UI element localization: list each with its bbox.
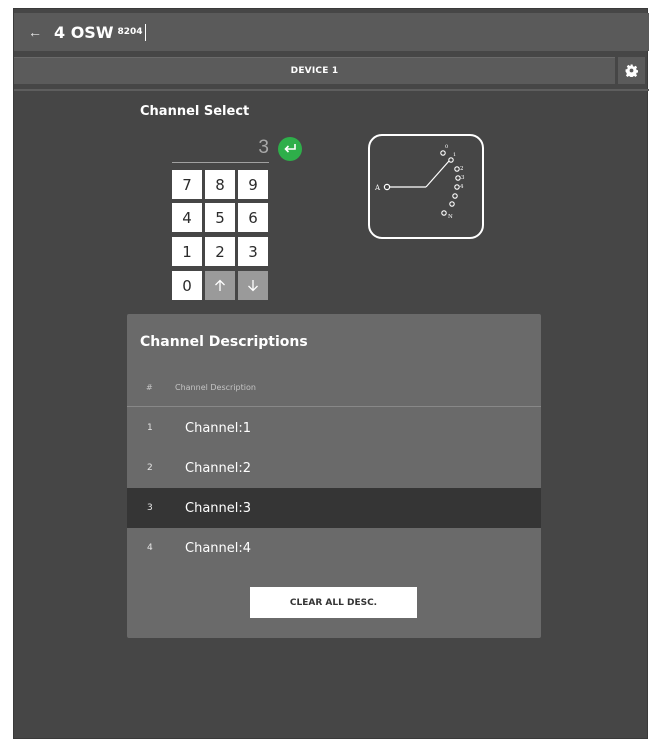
column-header-description: Channel Description [175, 383, 256, 392]
channel-descriptions-panel: Channel Descriptions # Channel Descripti… [127, 314, 541, 638]
column-header-number: # [146, 383, 153, 392]
header-divider [14, 89, 649, 91]
key-7[interactable]: 7 [172, 170, 202, 199]
app-window: ← 4 OSW 8204 DEVICE 1 Channel Select 3 7… [13, 8, 649, 739]
key-2[interactable]: 2 [205, 237, 235, 266]
table-row-selected[interactable]: 3 Channel:3 [127, 488, 541, 528]
switch-port-0-label: 0 [445, 144, 448, 150]
row-number: 4 [147, 543, 153, 553]
row-description[interactable]: Channel:2 [185, 461, 251, 476]
row-description[interactable]: Channel:3 [185, 501, 251, 516]
channel-select-title: Channel Select [140, 104, 250, 119]
gear-icon [625, 64, 638, 77]
up-arrow-key[interactable] [205, 271, 235, 300]
key-8[interactable]: 8 [205, 170, 235, 199]
down-arrow-key[interactable] [238, 271, 268, 300]
key-0[interactable]: 0 [172, 271, 202, 300]
key-5[interactable]: 5 [205, 203, 235, 232]
switch-port-4 [454, 184, 460, 190]
settings-button[interactable] [618, 57, 645, 84]
switch-port-n [441, 210, 447, 216]
key-9[interactable]: 9 [238, 170, 268, 199]
text-cursor [144, 23, 147, 41]
table-row[interactable]: 1 Channel:1 [127, 408, 541, 448]
key-3[interactable]: 3 [238, 237, 268, 266]
key-6[interactable]: 6 [238, 203, 268, 232]
key-1[interactable]: 1 [172, 237, 202, 266]
switch-input-label: A [374, 184, 381, 192]
switch-port-n-label: N [448, 214, 453, 220]
switch-port-4-label: 4 [460, 184, 464, 190]
switch-port-3-label: 3 [461, 175, 465, 181]
switch-arm [425, 160, 450, 188]
title-bar: ← 4 OSW 8204 [14, 13, 649, 51]
key-4[interactable]: 4 [172, 203, 202, 232]
row-description[interactable]: Channel:1 [185, 421, 251, 436]
switch-port-2-label: 2 [460, 166, 464, 172]
arrow-up-icon [215, 279, 225, 291]
switch-port-0 [440, 150, 446, 156]
device-tab[interactable]: DEVICE 1 [14, 57, 615, 84]
switch-port-3 [455, 175, 461, 181]
switch-port-6 [449, 201, 455, 207]
header-divider-line [127, 406, 541, 407]
switch-port-1 [448, 157, 454, 163]
entry-underline [172, 162, 269, 163]
optical-switch-diagram: A 0 1 2 3 4 N [368, 134, 484, 239]
row-number: 2 [147, 463, 153, 473]
row-description[interactable]: Channel:4 [185, 541, 251, 556]
app-subtitle[interactable]: 8204 [117, 27, 142, 37]
channel-entry-field[interactable]: 3 [172, 137, 269, 159]
switch-input-port [383, 183, 391, 191]
switch-port-5 [452, 193, 458, 199]
app-title[interactable]: 4 OSW [54, 23, 113, 42]
switch-port-1-label: 1 [453, 152, 456, 158]
enter-arrow-icon [284, 144, 296, 153]
table-row[interactable]: 2 Channel:2 [127, 448, 541, 488]
row-number: 1 [147, 423, 153, 433]
row-number: 3 [147, 503, 153, 513]
clear-all-descriptions-button[interactable]: CLEAR ALL DESC. [250, 587, 417, 618]
enter-button[interactable] [278, 137, 302, 161]
table-row[interactable]: 4 Channel:4 [127, 528, 541, 568]
back-arrow-icon[interactable]: ← [28, 24, 54, 40]
switch-port-2 [454, 166, 460, 172]
arrow-down-icon [248, 280, 258, 292]
channel-descriptions-title: Channel Descriptions [140, 334, 308, 350]
